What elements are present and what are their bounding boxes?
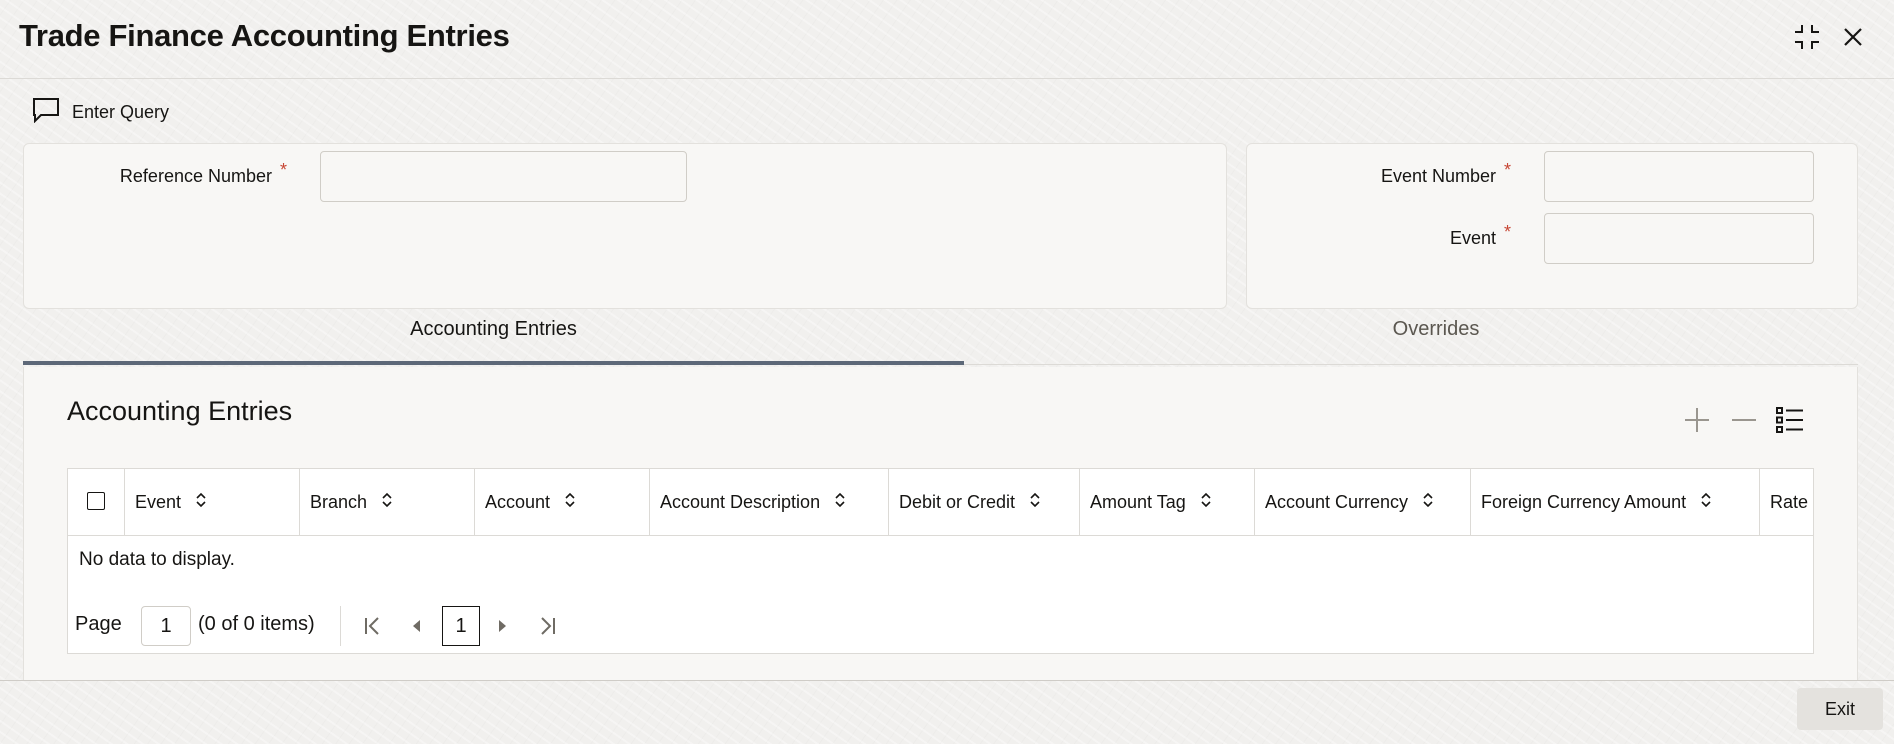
event-input[interactable] — [1544, 213, 1814, 264]
chat-bubble-icon — [32, 97, 60, 128]
select-all-checkbox[interactable] — [87, 492, 105, 510]
column-header-branch[interactable]: Branch — [299, 469, 474, 535]
column-header-amount-tag[interactable]: Amount Tag — [1079, 469, 1254, 535]
next-page-icon[interactable] — [493, 614, 511, 643]
pagination-bar: Page 1 (0 of 0 items) 1 — [68, 601, 1813, 653]
reference-number-input[interactable] — [320, 151, 687, 202]
empty-table-message: No data to display. — [79, 549, 235, 570]
active-tab-indicator — [23, 361, 964, 365]
column-header-foreign-currency-amount[interactable]: Foreign Currency Amount — [1470, 469, 1759, 535]
first-page-icon[interactable] — [362, 614, 384, 643]
column-list-icon[interactable] — [1775, 405, 1805, 440]
event-number-label: Event Number — [1380, 166, 1496, 186]
tab-overrides[interactable]: Overrides — [964, 318, 1894, 341]
tab-divider — [964, 364, 1858, 365]
section-title: Accounting Entries — [67, 396, 293, 426]
window-title: Trade Finance Accounting Entries — [19, 18, 510, 53]
column-header-debit-or-credit[interactable]: Debit or Credit — [888, 469, 1079, 535]
reference-number-label: Reference Number — [119, 166, 272, 186]
page-number-input[interactable]: 1 — [141, 606, 191, 646]
event-number-required: * — [1504, 160, 1512, 180]
remove-row-icon[interactable] — [1729, 405, 1759, 440]
items-count: (0 of 0 items) — [198, 613, 315, 635]
enter-query-button[interactable]: Enter Query — [32, 97, 169, 128]
sort-icon — [381, 491, 393, 514]
event-number-input[interactable] — [1544, 151, 1814, 202]
column-header-event[interactable]: Event — [124, 469, 299, 535]
previous-page-icon[interactable] — [408, 614, 426, 643]
sort-icon — [1200, 491, 1212, 514]
add-row-icon[interactable] — [1682, 405, 1712, 440]
sort-icon — [1422, 491, 1434, 514]
column-header-account-currency[interactable]: Account Currency — [1254, 469, 1470, 535]
footer-divider — [0, 680, 1894, 681]
tab-accounting-entries[interactable]: Accounting Entries — [23, 318, 964, 341]
minimize-icon[interactable] — [1792, 22, 1822, 52]
reference-number-required: * — [280, 160, 288, 180]
sort-icon — [195, 491, 207, 514]
current-page-button[interactable]: 1 — [442, 606, 480, 646]
column-header-rate[interactable]: Rate — [1759, 469, 1813, 535]
close-icon[interactable] — [1838, 22, 1868, 52]
table-header: Event Branch Account Account Description… — [68, 469, 1813, 536]
column-header-account[interactable]: Account — [474, 469, 649, 535]
sort-icon — [834, 491, 846, 514]
event-required: * — [1504, 222, 1512, 242]
pager-divider — [340, 606, 341, 646]
page-label: Page — [75, 613, 122, 635]
sort-icon — [1700, 491, 1712, 514]
title-divider — [0, 78, 1894, 79]
sort-icon — [564, 491, 576, 514]
event-label: Event — [1449, 228, 1496, 248]
exit-button[interactable]: Exit — [1797, 688, 1883, 730]
column-header-account-description[interactable]: Account Description — [649, 469, 888, 535]
accounting-entries-table: Event Branch Account Account Description… — [67, 468, 1814, 654]
enter-query-label: Enter Query — [72, 102, 170, 122]
sort-icon — [1029, 491, 1041, 514]
last-page-icon[interactable] — [536, 614, 558, 643]
